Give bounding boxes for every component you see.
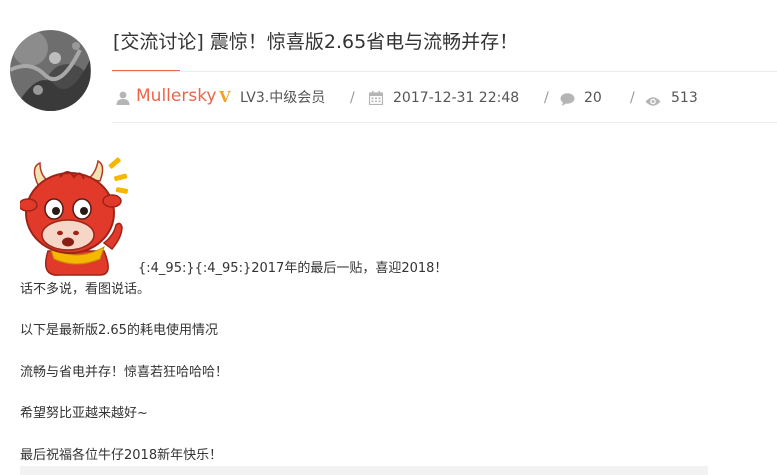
bull-sticker-icon xyxy=(18,155,132,277)
meta-separator: / xyxy=(630,90,635,106)
eye-icon xyxy=(645,93,661,113)
meta-divider xyxy=(112,122,777,123)
attachment-strip xyxy=(20,466,708,475)
author-name-link[interactable]: Mullersky xyxy=(136,86,217,106)
view-count: 513 xyxy=(671,90,698,106)
meta-separator: / xyxy=(350,90,355,106)
reply-count: 20 xyxy=(584,90,602,106)
post-meta: Mullersky V LV3.中级会员 / 2017-12-31 22:48 … xyxy=(112,85,732,111)
post-text-line: 流畅与省电并存！惊喜若狂哈哈哈！ xyxy=(20,365,229,380)
meta-separator: / xyxy=(544,90,549,106)
vip-badge-icon: V xyxy=(219,88,231,106)
member-level: LV3.中级会员 xyxy=(240,90,326,106)
avatar[interactable] xyxy=(10,30,91,111)
post-text-line: {:4_95:}{:4_95:}2017年的最后一贴，喜迎2018！ xyxy=(138,261,448,276)
header-divider xyxy=(112,71,777,72)
user-icon xyxy=(116,91,130,111)
post-title: [交流讨论] 震惊！惊喜版2.65省电与流畅并存！ xyxy=(113,31,519,53)
post-text-line: 最后祝福各位牛仔2018新年快乐！ xyxy=(20,448,223,463)
post-date: 2017-12-31 22:48 xyxy=(393,90,520,106)
calendar-icon xyxy=(368,91,384,111)
post-text-line: 话不多说，看图说话。 xyxy=(20,282,151,297)
post-text-line: 以下是最新版2.65的耗电使用情况 xyxy=(20,323,218,338)
post-text-line: 希望努比亚越来越好~ xyxy=(20,406,148,421)
avatar-image xyxy=(10,30,91,111)
comment-icon xyxy=(560,92,575,112)
